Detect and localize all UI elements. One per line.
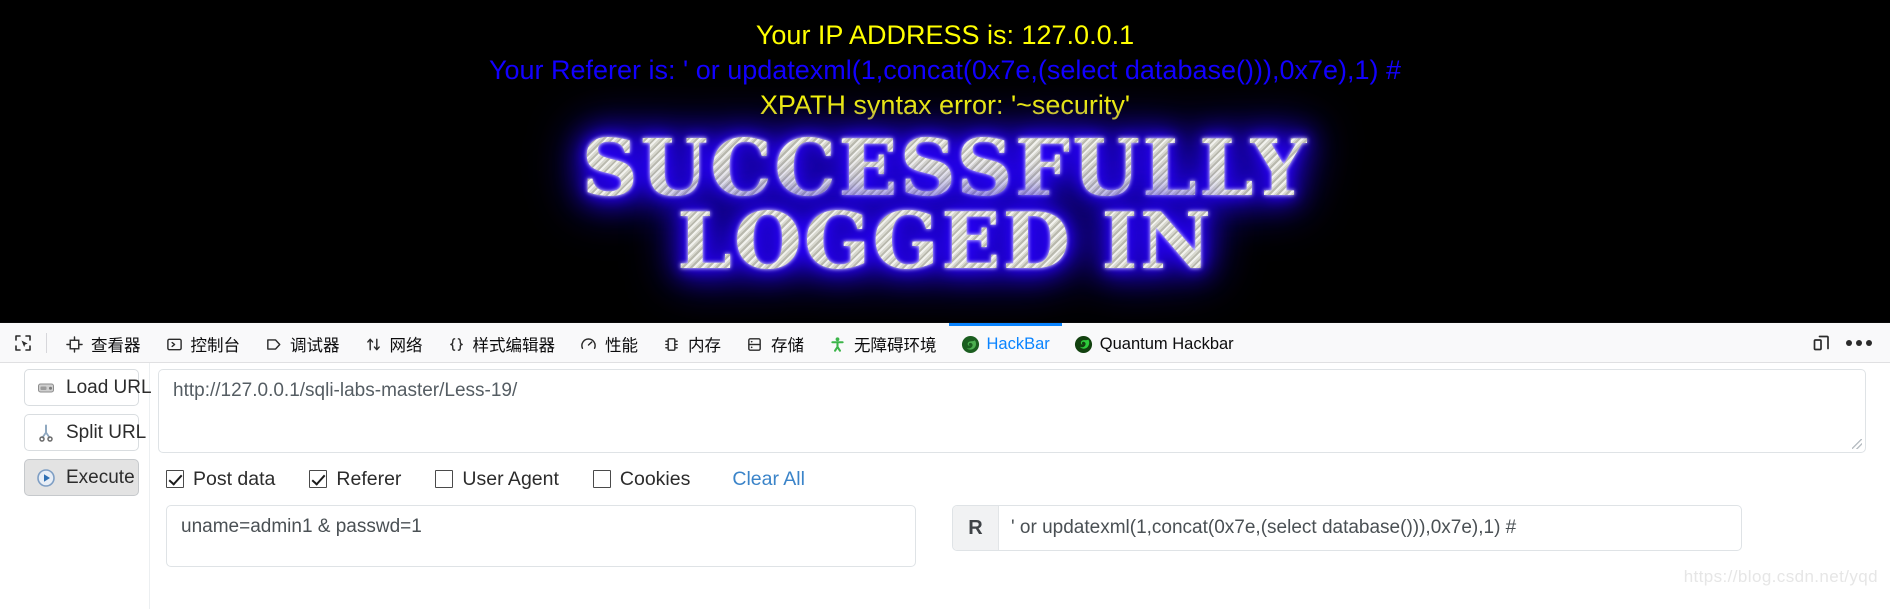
tab-performance[interactable]: 性能 xyxy=(567,323,650,363)
tab-console-label: 控制台 xyxy=(190,337,241,355)
storage-icon xyxy=(745,335,764,354)
split-url-button[interactable]: Split URL xyxy=(24,414,146,451)
post-data-label: Post data xyxy=(193,467,276,490)
hackbar-form: http://127.0.0.1/sqli-labs-master/Less-1… xyxy=(150,363,1890,609)
option-referer[interactable]: Referer xyxy=(309,468,401,491)
tab-quantum-hackbar-label: Quantum Hackbar xyxy=(1099,334,1234,353)
tab-hackbar-label: HackBar xyxy=(986,334,1050,353)
more-options-icon[interactable] xyxy=(1842,328,1876,358)
ip-address-line: Your IP ADDRESS is: 127.0.0.1 xyxy=(755,20,1135,50)
cookies-checkbox[interactable] xyxy=(592,470,611,488)
cookies-label: Cookies xyxy=(619,467,691,490)
referer-field: R ' or updatexml(1,concat(0x7e,(select d… xyxy=(952,505,1742,551)
accessibility-icon xyxy=(828,335,847,354)
url-input-value: http://127.0.0.1/sqli-labs-master/Less-1… xyxy=(173,380,518,401)
devtools-toolbar: 查看器 控制台 调试器 网络 样式编辑器 性能 内存 存储 无障碍环境 Hack… xyxy=(0,322,1890,363)
tab-style-editor[interactable]: 样式编辑器 xyxy=(435,323,568,363)
execute-icon xyxy=(35,467,57,489)
tab-inspector-label: 查看器 xyxy=(91,337,141,355)
devtools-tab-list: 查看器 控制台 调试器 网络 样式编辑器 性能 内存 存储 无障碍环境 Hack… xyxy=(53,322,1246,363)
tab-memory-label: 内存 xyxy=(688,337,721,355)
tab-hackbar[interactable]: HackBar xyxy=(948,322,1062,363)
network-icon xyxy=(364,335,383,354)
load-url-button[interactable]: Load URL xyxy=(24,369,152,406)
performance-icon xyxy=(579,335,598,354)
url-input-resize-handle[interactable] xyxy=(1852,439,1862,449)
option-user-agent[interactable]: User Agent xyxy=(435,467,559,491)
referer-echo-line: Your Referer is: ' or updatexml(1,concat… xyxy=(488,55,1402,86)
split-url-icon xyxy=(35,422,57,444)
page-text-lines: Your IP ADDRESS is: 127.0.0.1 Your Refer… xyxy=(0,0,1890,123)
toolbar-divider xyxy=(46,332,47,353)
tab-debugger[interactable]: 调试器 xyxy=(252,323,352,363)
post-data-checkbox[interactable] xyxy=(166,470,184,488)
execute-button[interactable]: Execute xyxy=(24,459,139,496)
tab-debugger-label: 调试器 xyxy=(290,337,340,355)
referer-label: Referer xyxy=(336,467,402,490)
referer-input[interactable]: ' or updatexml(1,concat(0x7e,(select dat… xyxy=(999,506,1741,550)
option-post-data[interactable]: Post data xyxy=(166,468,275,491)
tab-network-label: 网络 xyxy=(389,337,423,355)
banner-line-logged-in: LOGGED IN xyxy=(0,203,1890,280)
hackbar-panel: Load URL Split URL Execute http://127.0.… xyxy=(0,363,1890,609)
tab-storage[interactable]: 存储 xyxy=(733,323,816,363)
referer-prefix-label: R xyxy=(953,506,999,550)
user-agent-checkbox[interactable] xyxy=(435,470,454,488)
devtools-toolbar-actions xyxy=(1804,328,1890,358)
quantum-hackbar-icon xyxy=(1074,335,1093,354)
clear-all-link[interactable]: Clear All xyxy=(732,468,805,491)
meatball-dots xyxy=(1846,339,1872,346)
referer-value: ' or updatexml(1,concat(0x7e,(select dat… xyxy=(1011,517,1517,538)
xpath-error-line: XPATH syntax error: '~security' xyxy=(759,90,1131,121)
tab-performance-label: 性能 xyxy=(605,337,638,355)
tab-network[interactable]: 网络 xyxy=(352,323,435,363)
console-icon xyxy=(165,335,184,354)
style-editor-icon xyxy=(447,335,466,354)
hackbar-icon xyxy=(961,335,980,354)
user-agent-label: User Agent xyxy=(462,467,559,490)
option-cookies[interactable]: Cookies xyxy=(592,467,691,491)
inspector-icon xyxy=(65,335,84,354)
devtools-panel: 查看器 控制台 调试器 网络 样式编辑器 性能 内存 存储 无障碍环境 Hack… xyxy=(0,322,1890,609)
execute-label: Execute xyxy=(66,466,135,488)
tab-storage-label: 存储 xyxy=(771,337,804,355)
url-input[interactable]: http://127.0.0.1/sqli-labs-master/Less-1… xyxy=(158,369,1866,453)
tab-quantum-hackbar[interactable]: Quantum Hackbar xyxy=(1062,323,1246,363)
hackbar-options-row: Post data Referer User Agent Cookies Cle… xyxy=(158,453,1866,505)
tab-console[interactable]: 控制台 xyxy=(153,323,253,363)
element-picker-icon[interactable] xyxy=(6,328,40,358)
split-url-label: Split URL xyxy=(66,421,147,443)
screenshot-root: Your IP ADDRESS is: 127.0.0.1 Your Refer… xyxy=(0,0,1890,609)
referer-checkbox[interactable] xyxy=(309,470,328,488)
load-url-label: Load URL xyxy=(66,376,152,398)
hackbar-data-row: uname=admin1 & passwd=1 R ' or updatexml… xyxy=(158,505,1866,567)
tab-inspector[interactable]: 查看器 xyxy=(53,323,153,363)
hackbar-action-buttons: Load URL Split URL Execute xyxy=(0,363,152,609)
tab-accessibility[interactable]: 无障碍环境 xyxy=(816,323,949,363)
post-data-value: uname=admin1 & passwd=1 xyxy=(181,516,422,537)
responsive-design-mode-icon[interactable] xyxy=(1804,328,1838,358)
tab-memory[interactable]: 内存 xyxy=(650,323,733,363)
tab-style-editor-label: 样式编辑器 xyxy=(472,337,556,355)
login-success-banner: SUCCESSFULLY LOGGED IN xyxy=(0,130,1890,280)
post-data-input[interactable]: uname=admin1 & passwd=1 xyxy=(166,505,916,567)
web-page-content: Your IP ADDRESS is: 127.0.0.1 Your Refer… xyxy=(0,0,1890,322)
load-url-icon xyxy=(35,377,57,399)
tab-accessibility-label: 无障碍环境 xyxy=(854,337,937,355)
banner-line-successfully: SUCCESSFULLY xyxy=(0,130,1890,207)
memory-icon xyxy=(662,335,681,354)
debugger-icon xyxy=(264,335,283,354)
